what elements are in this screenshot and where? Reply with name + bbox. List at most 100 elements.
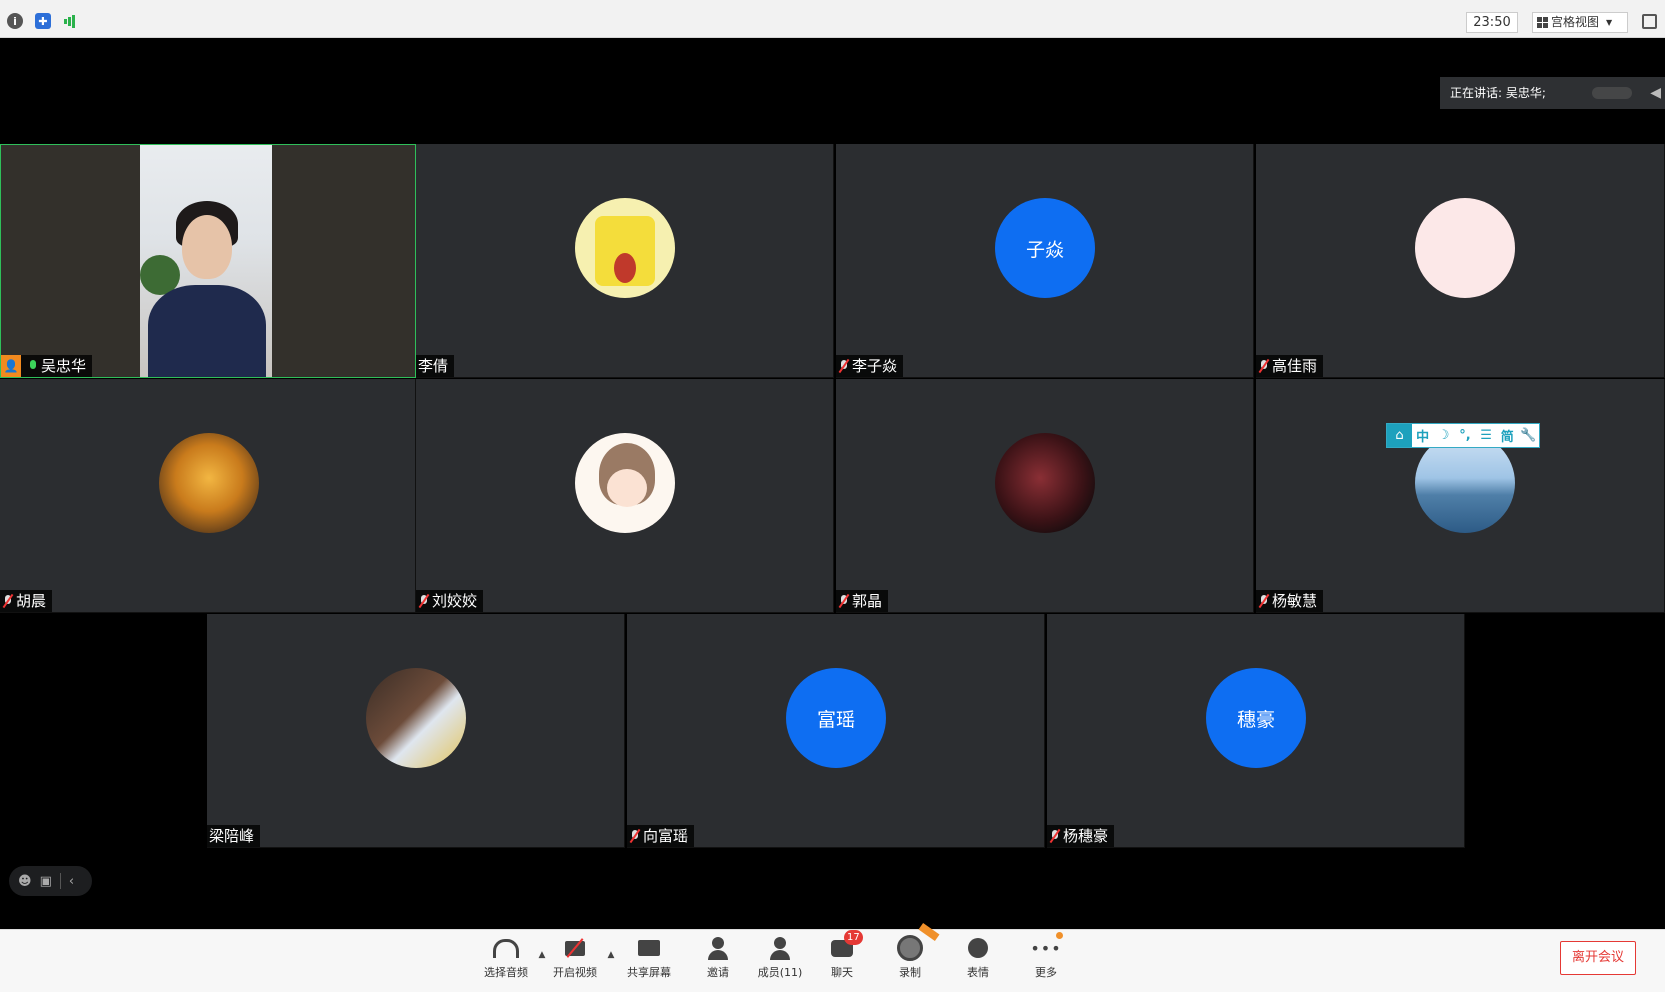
participant-avatar: 富瑶 xyxy=(786,668,886,768)
share-screen-icon xyxy=(636,936,662,960)
participant-avatar xyxy=(159,433,259,533)
participant-avatar xyxy=(575,433,675,533)
fullscreen-icon[interactable] xyxy=(1642,14,1657,29)
mic-off-icon xyxy=(2,594,14,608)
collapse-arrow-icon[interactable]: ◀ xyxy=(1650,77,1661,109)
participant-tile[interactable]: 穗豪 杨穗豪 xyxy=(1047,614,1465,848)
invite-label: 邀请 xyxy=(707,966,729,979)
participant-name-tag: 胡晨 xyxy=(0,590,53,612)
video-label: 开启视频 xyxy=(553,966,597,979)
bottom-toolbar: 选择音频 ▲ 开启视频 ▲ 共享屏幕 邀请 成员(11) 17 聊天 录制 表情 xyxy=(0,922,1665,992)
audio-wave-icon xyxy=(1592,87,1632,99)
participant-tile[interactable]: 高佳雨 xyxy=(1256,144,1665,378)
participant-name: 高佳雨 xyxy=(1272,357,1318,375)
chat-label: 聊天 xyxy=(831,966,853,979)
mic-off-icon xyxy=(1258,359,1270,373)
participant-avatar xyxy=(366,668,466,768)
leave-meeting-button[interactable]: 离开会议 xyxy=(1560,941,1636,975)
participant-avatar: 子焱 xyxy=(995,198,1095,298)
ime-logo-icon[interactable]: ⌂ xyxy=(1387,424,1412,447)
mic-on-icon xyxy=(27,359,39,373)
participant-name-tag: 👤 吴忠华 xyxy=(1,355,93,377)
chevron-left-icon[interactable]: ‹ xyxy=(69,874,74,889)
members-button[interactable]: 成员(11) xyxy=(748,936,812,988)
simplified-toggle[interactable]: 简 xyxy=(1497,426,1518,445)
participant-avatar xyxy=(995,433,1095,533)
participant-avatar: 穗豪 xyxy=(1206,668,1306,768)
headset-icon xyxy=(493,936,519,960)
participant-name-tag: 杨穗豪 xyxy=(1047,825,1115,847)
top-bar: i ✚ 23:50 宫格视图 ▼ xyxy=(0,0,1665,38)
participant-tile[interactable]: 富瑶 向富瑶 xyxy=(627,614,1045,848)
floating-controls: ☻ ▣ ‹ xyxy=(9,866,92,896)
emoji-icon[interactable]: ☻ xyxy=(18,874,32,889)
mic-off-icon xyxy=(1049,829,1061,843)
video-button[interactable]: 开启视频 xyxy=(543,936,607,988)
participant-name-tag: 刘姣姣 xyxy=(416,590,484,612)
mic-off-icon xyxy=(838,359,850,373)
more-button[interactable]: 更多 xyxy=(1014,932,1078,988)
participant-name: 梁陪峰 xyxy=(209,827,255,845)
audio-button[interactable]: 选择音频 xyxy=(474,936,538,988)
ime-toolbar[interactable]: ⌂ 中 ☽ °, ☰ 简 🔧 xyxy=(1386,423,1540,448)
chat-bubble-icon[interactable]: ▣ xyxy=(40,874,52,889)
shield-icon[interactable]: ✚ xyxy=(35,13,51,29)
participant-tile[interactable]: 胡晨 xyxy=(0,379,416,613)
wrench-icon[interactable]: 🔧 xyxy=(1518,428,1539,443)
info-icon[interactable]: i xyxy=(7,13,23,29)
audio-label: 选择音频 xyxy=(484,966,528,979)
mic-off-icon xyxy=(838,594,850,608)
video-off-icon xyxy=(562,936,588,960)
participant-tile[interactable]: 李倩 xyxy=(416,144,834,378)
divider xyxy=(59,873,61,889)
emoji-button[interactable]: 表情 xyxy=(946,936,1010,988)
participant-name-tag: 杨敏慧 xyxy=(1256,590,1324,612)
participant-name-tag: 梁陪峰 xyxy=(207,825,261,847)
participant-name: 李倩 xyxy=(418,357,449,375)
participant-name: 吴忠华 xyxy=(41,357,87,375)
host-icon: 👤 xyxy=(1,355,21,377)
emoji-icon xyxy=(965,936,991,960)
participant-name: 李子焱 xyxy=(852,357,898,375)
video-options-caret-icon[interactable]: ▲ xyxy=(606,950,616,960)
mic-off-icon xyxy=(629,829,641,843)
participant-avatar xyxy=(1415,433,1515,533)
ime-mode[interactable]: 中 xyxy=(1412,426,1433,445)
members-icon xyxy=(767,936,793,960)
speaking-text: 正在讲话: 吴忠华; xyxy=(1450,86,1546,100)
participant-name: 杨敏慧 xyxy=(1272,592,1318,610)
participant-avatar xyxy=(575,198,675,298)
record-button[interactable]: 录制 xyxy=(878,922,942,988)
meeting-timer: 23:50 xyxy=(1466,12,1518,33)
view-mode-dropdown[interactable]: 宫格视图 ▼ xyxy=(1532,12,1628,33)
participant-name-tag: 李子焱 xyxy=(836,355,904,377)
grid-view-icon xyxy=(1537,17,1548,28)
record-label: 录制 xyxy=(899,966,921,979)
chevron-down-icon: ▼ xyxy=(1606,18,1613,27)
participant-tile[interactable]: 刘姣姣 xyxy=(416,379,834,613)
new-flag-icon xyxy=(918,922,940,942)
unread-badge: 17 xyxy=(844,930,863,945)
participant-tile[interactable]: 杨敏慧 xyxy=(1256,379,1665,613)
share-screen-button[interactable]: 共享屏幕 xyxy=(617,936,681,988)
menu-icon[interactable]: ☰ xyxy=(1476,428,1497,443)
more-label: 更多 xyxy=(1035,966,1057,979)
participant-tile[interactable]: 梁陪峰 xyxy=(207,614,625,848)
invite-icon xyxy=(705,936,731,960)
invite-button[interactable]: 邀请 xyxy=(686,936,750,988)
punctuation-icon[interactable]: °, xyxy=(1454,428,1475,443)
members-label: 成员(11) xyxy=(757,966,803,979)
signal-icon[interactable] xyxy=(62,13,78,29)
participant-name-tag: 向富瑶 xyxy=(627,825,695,847)
speaking-indicator: 正在讲话: 吴忠华; ◀ xyxy=(1440,77,1665,109)
participant-name-tag: 高佳雨 xyxy=(1256,355,1324,377)
participant-name: 胡晨 xyxy=(16,592,47,610)
moon-icon[interactable]: ☽ xyxy=(1433,428,1454,443)
view-mode-label: 宫格视图 xyxy=(1551,15,1600,29)
participant-name: 杨穗豪 xyxy=(1063,827,1109,845)
participant-tile[interactable]: 👤 吴忠华 xyxy=(0,144,416,378)
participant-tile[interactable]: 郭晶 xyxy=(836,379,1254,613)
participant-name-tag: 李倩 xyxy=(416,355,455,377)
chat-button[interactable]: 17 聊天 xyxy=(810,930,874,988)
participant-tile[interactable]: 子焱 李子焱 xyxy=(836,144,1254,378)
